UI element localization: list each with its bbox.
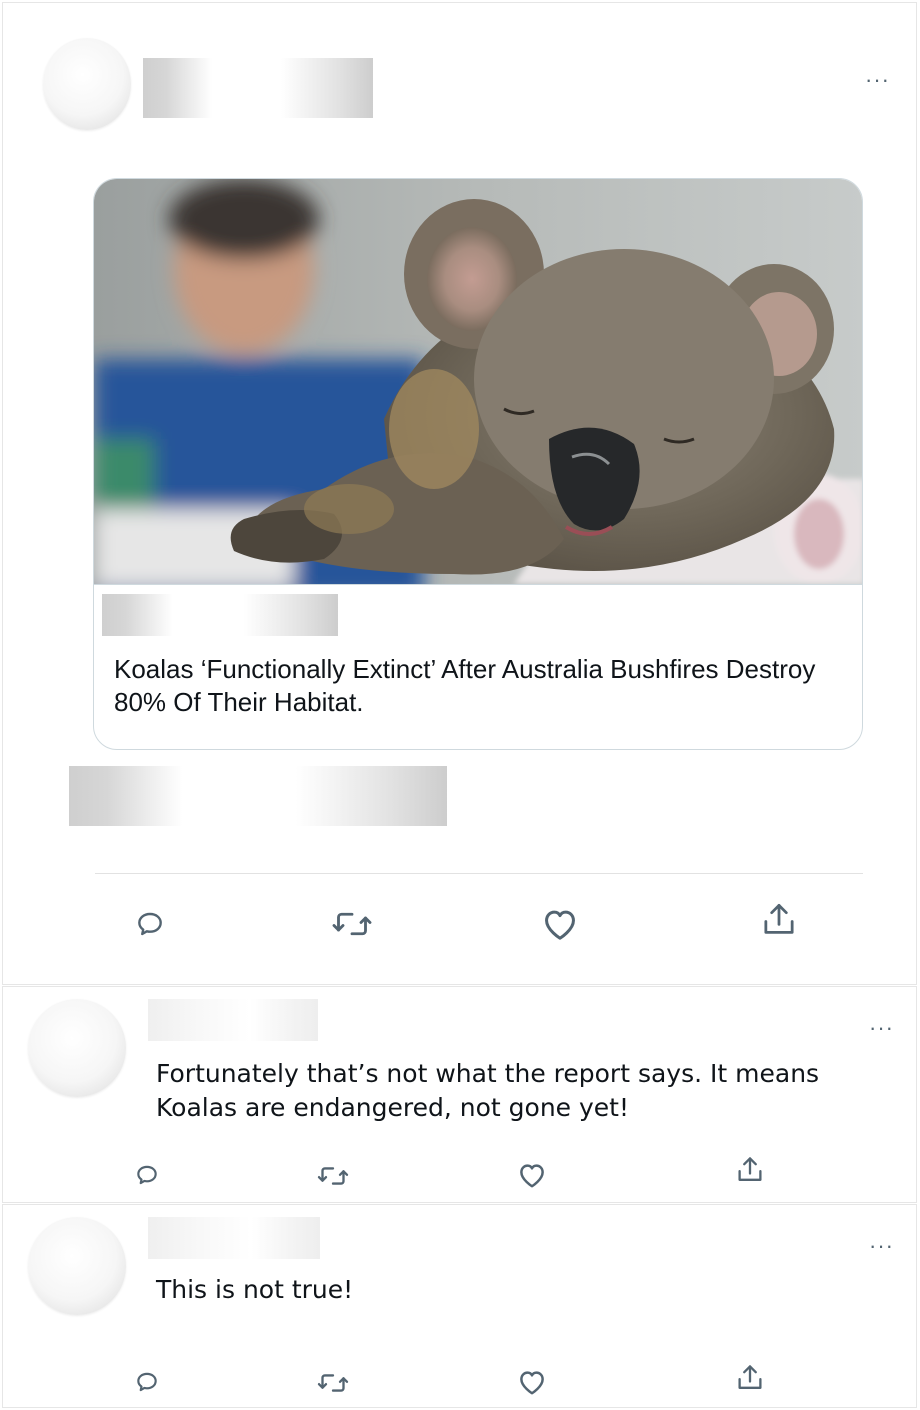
link-preview-card[interactable]: Koalas ‘Functionally Extinct’ After Aust… (93, 178, 863, 750)
reply-text: This is not true! (156, 1275, 354, 1304)
card-image (94, 179, 862, 585)
author-avatar[interactable] (43, 38, 131, 130)
like-icon[interactable] (517, 1161, 547, 1189)
reply-tweet: ··· This is not true! (2, 1204, 917, 1408)
reply-icon[interactable] (134, 1369, 160, 1395)
reply-author-redacted (148, 999, 318, 1041)
author-name-redacted (143, 58, 373, 118)
like-icon[interactable] (541, 906, 579, 942)
reply-author-redacted (148, 1217, 320, 1259)
main-tweet: ··· Koalas ‘Functionally Extinct’ After … (2, 2, 917, 985)
retweet-icon[interactable] (317, 1369, 349, 1397)
reply-avatar[interactable] (28, 999, 126, 1097)
share-icon[interactable] (736, 1363, 764, 1393)
reply-icon[interactable] (134, 908, 166, 940)
card-source-redacted (102, 594, 338, 636)
retweet-icon[interactable] (332, 906, 372, 942)
reply-icon[interactable] (134, 1162, 160, 1188)
reply-avatar[interactable] (28, 1217, 126, 1315)
reply-tweet: ··· Fortunately that’s not what the repo… (2, 986, 917, 1203)
more-options-icon[interactable]: ··· (869, 1017, 894, 1039)
more-options-icon[interactable]: ··· (869, 1235, 894, 1257)
timestamp-redacted (69, 766, 447, 826)
share-icon[interactable] (736, 1155, 764, 1185)
reply-text: Fortunately that’s not what the report s… (156, 1059, 820, 1122)
share-icon[interactable] (761, 901, 797, 939)
like-icon[interactable] (517, 1368, 547, 1396)
action-divider (95, 873, 863, 874)
card-headline: Koalas ‘Functionally Extinct’ After Aust… (114, 654, 816, 717)
more-options-icon[interactable]: ··· (865, 69, 890, 91)
retweet-icon[interactable] (317, 1162, 349, 1190)
